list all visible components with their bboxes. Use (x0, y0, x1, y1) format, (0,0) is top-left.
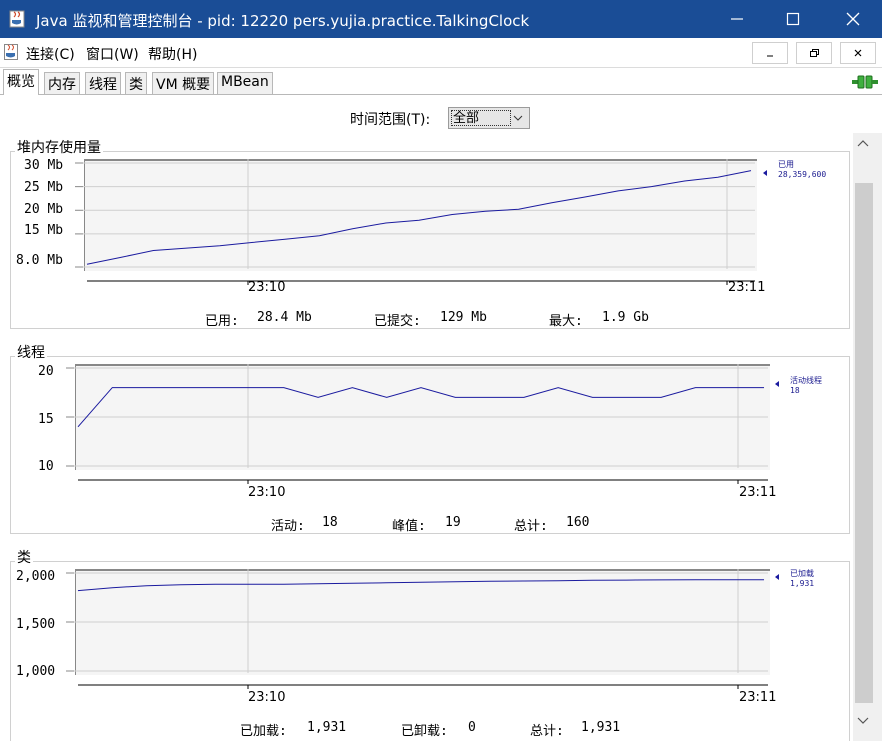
classes-loaded-value: 1,931 (307, 720, 347, 735)
close-button[interactable] (826, 0, 880, 38)
scroll-up-icon[interactable] (857, 139, 869, 147)
menu-window[interactable]: 窗口(W) (86, 44, 139, 64)
classes-total-label: 总计: (530, 724, 564, 739)
classes-y-tick: 2,000 (16, 569, 56, 584)
threads-legend-marker (775, 381, 779, 387)
java-app-icon (9, 10, 25, 28)
minimize-icon (731, 18, 743, 20)
tab-mbean[interactable]: MBean (217, 72, 273, 94)
threads-total-label: 总计: (514, 519, 548, 534)
heap-committed-label: 已提交: (374, 314, 421, 329)
heap-series-line (86, 170, 752, 265)
threads-title: 线程 (15, 342, 47, 362)
threads-chart-plot (66, 364, 779, 484)
threads-live-label: 活动: (271, 519, 305, 534)
threads-live-value: 18 (322, 515, 338, 530)
classes-x-tick: 23:10 (248, 690, 286, 705)
heap-x-tick: 23:10 (248, 280, 286, 295)
threads-y-tick: 20 (38, 364, 54, 379)
close-icon (846, 12, 860, 26)
maximize-button[interactable] (766, 0, 820, 38)
overview-panel: 时间范围(T): 全部 堆内存使用量 30 Mb 25 Mb 20 Mb 15 … (0, 95, 853, 741)
menu-help[interactable]: 帮助(H) (148, 44, 197, 64)
threads-x-tick: 23:10 (248, 485, 286, 500)
time-range-value: 全部 (451, 110, 511, 126)
inner-restore-button[interactable] (796, 42, 832, 64)
heap-x-tick: 23:11 (728, 280, 766, 295)
classes-x-tick: 23:11 (739, 690, 777, 705)
heap-legend-marker (763, 170, 767, 176)
heap-max-value: 1.9 Gb (602, 310, 649, 325)
scrollbar-thumb[interactable] (855, 183, 873, 703)
threads-peak-value: 19 (445, 515, 461, 530)
threads-peak-label: 峰值: (392, 519, 426, 534)
threads-series-line (77, 387, 764, 428)
menu-bar: 连接(C) 窗口(W) 帮助(H) (0, 38, 882, 68)
restore-icon (810, 49, 819, 57)
heap-used-label: 已用: (205, 314, 239, 329)
chevron-down-icon (513, 115, 523, 121)
tab-bar: 概览 内存 线程 类 VM 概要 MBean (0, 68, 882, 95)
threads-y-tick: 10 (38, 459, 54, 474)
heap-y-tick: 15 Mb (24, 223, 64, 238)
classes-legend-value: 1,931 (790, 579, 815, 588)
minimize-icon (767, 55, 773, 57)
window-title-bar: Java 监视和管理控制台 - pid: 12220 pers.yujia.pr… (0, 0, 882, 38)
classes-y-tick: 1,500 (16, 617, 56, 632)
inner-minimize-button[interactable] (752, 42, 788, 64)
threads-total-value: 160 (566, 515, 590, 530)
heap-y-tick: 30 Mb (24, 158, 64, 173)
scroll-down-icon[interactable] (857, 717, 869, 725)
heap-used-value: 28.4 Mb (257, 310, 312, 325)
tab-vm-summary[interactable]: VM 概要 (152, 72, 215, 94)
heap-y-tick: 8.0 Mb (16, 253, 63, 268)
heap-legend-value: 28,359,600 (778, 170, 827, 179)
close-icon (854, 49, 862, 57)
inner-close-button[interactable] (840, 42, 876, 64)
threads-chart-svg (66, 364, 779, 484)
minimize-button[interactable] (710, 0, 764, 38)
tab-threads[interactable]: 线程 (85, 72, 121, 94)
connection-status-icon (852, 75, 878, 89)
heap-memory-title: 堆内存使用量 (15, 137, 103, 157)
threads-legend-value: 18 (790, 386, 800, 395)
tab-overview[interactable]: 概览 (3, 69, 39, 95)
heap-committed-value: 129 Mb (440, 310, 487, 325)
heap-y-tick: 20 Mb (24, 202, 64, 217)
vertical-scrollbar[interactable] (853, 133, 882, 741)
classes-legend-marker (775, 574, 779, 580)
classes-unloaded-value: 0 (468, 720, 476, 735)
heap-chart-plot (75, 159, 767, 285)
classes-chart-svg (66, 569, 779, 689)
tab-classes[interactable]: 类 (125, 72, 147, 94)
heap-y-tick: 25 Mb (24, 180, 64, 195)
menu-connection[interactable]: 连接(C) (26, 44, 75, 64)
threads-legend-name: 活动线程 (790, 376, 822, 385)
heap-legend-name: 已用 (778, 160, 794, 169)
maximize-icon (786, 12, 800, 26)
classes-loaded-label: 已加载: (240, 724, 287, 739)
heap-chart-svg (75, 159, 767, 285)
classes-series-line (77, 579, 764, 592)
classes-total-value: 1,931 (581, 720, 621, 735)
window-title: Java 监视和管理控制台 - pid: 12220 pers.yujia.pr… (36, 12, 530, 30)
heap-max-label: 最大: (549, 314, 583, 329)
classes-unloaded-label: 已卸载: (401, 724, 448, 739)
threads-x-tick: 23:11 (739, 485, 777, 500)
classes-y-tick: 1,000 (16, 664, 56, 679)
threads-y-tick: 15 (38, 412, 54, 427)
time-range-select[interactable]: 全部 (448, 107, 530, 129)
classes-legend-name: 已加载 (790, 569, 814, 578)
java-app-icon (4, 44, 18, 60)
classes-title: 类 (15, 547, 33, 567)
time-range-label: 时间范围(T): (350, 112, 431, 128)
classes-chart-plot (66, 569, 779, 689)
tab-memory[interactable]: 内存 (44, 72, 80, 94)
